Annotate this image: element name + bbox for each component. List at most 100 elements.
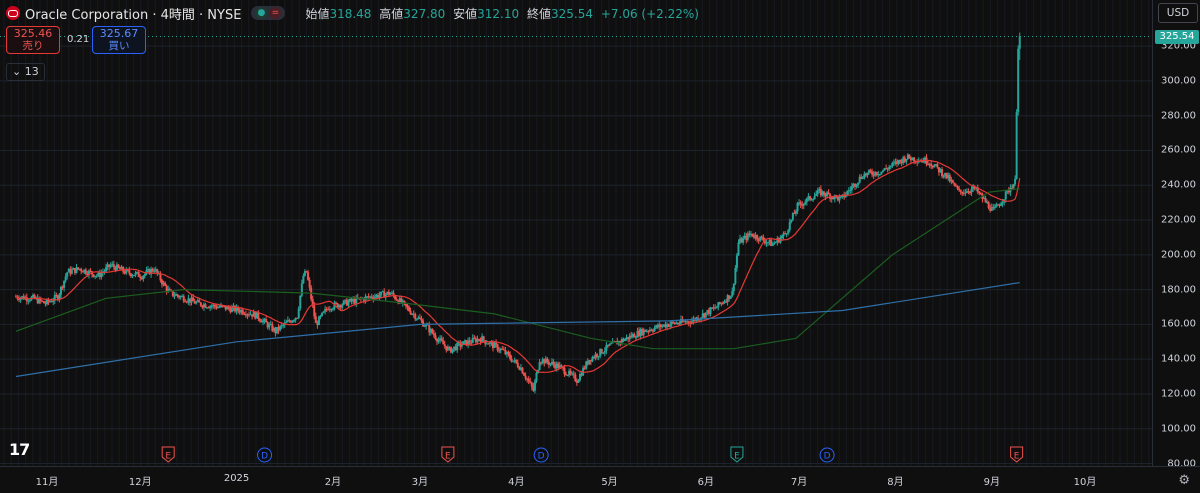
price-tick-label: 280.00 <box>1161 110 1196 122</box>
candle-body <box>572 373 575 375</box>
candle-body <box>732 283 735 292</box>
candle-body <box>521 367 524 374</box>
candle-body <box>279 326 282 331</box>
candle-body <box>861 178 864 180</box>
change-value: +7.06 (+2.22%) <box>600 6 699 21</box>
price-tick-label: 100.00 <box>1161 423 1196 435</box>
candle-body <box>185 301 188 303</box>
event-marker-letter: E <box>1014 452 1020 462</box>
price-tick-label: 140.00 <box>1161 353 1196 365</box>
close-label: 終値 <box>526 6 551 21</box>
candle-body <box>535 372 538 382</box>
candle-body <box>59 286 62 295</box>
buy-button[interactable]: 325.67 買い <box>92 26 146 54</box>
time-tick-label: 12月 <box>128 477 152 488</box>
candle-body <box>52 300 55 302</box>
candle-body <box>574 374 577 382</box>
candle-body <box>415 318 418 320</box>
high-value: 327.80 <box>403 6 446 21</box>
candle-body <box>302 275 305 284</box>
candle-body <box>788 222 791 231</box>
candle-body <box>850 186 853 190</box>
candle-body <box>603 350 606 353</box>
candle-body <box>650 329 653 331</box>
candle-body <box>523 373 526 376</box>
event-marker-letter: D <box>538 452 545 462</box>
ma-fast-line <box>15 159 1021 373</box>
candle-body <box>569 370 572 374</box>
candle-body <box>762 237 765 241</box>
candle-body <box>198 300 201 303</box>
candle-body <box>941 169 944 177</box>
event-marker-letter: E <box>165 452 171 462</box>
tradingview-logo-icon[interactable]: 17 <box>9 440 30 459</box>
price-axis[interactable]: USD 320.00 300.00 280.00 260.00 240.00 220.00… <box>1152 0 1200 469</box>
close-value: 325.54 <box>550 6 593 21</box>
indicators-count: 13 <box>24 65 39 78</box>
currency-selector[interactable]: USD <box>1158 3 1198 23</box>
settings-gear-icon[interactable]: ⚙ <box>1178 473 1190 488</box>
candle-body <box>409 310 412 315</box>
status-pill[interactable]: ● = <box>251 6 286 20</box>
candle-body <box>721 302 724 304</box>
candle-body <box>799 202 802 205</box>
buy-label: 買い <box>108 40 130 52</box>
candle-body <box>432 333 435 336</box>
candle-body <box>342 300 345 305</box>
candle-body <box>293 320 296 322</box>
candle-body <box>199 302 202 306</box>
candle-body <box>117 264 120 268</box>
candle-body <box>297 308 300 318</box>
candle-body <box>218 307 221 309</box>
candle-body <box>729 296 732 299</box>
indicators-toggle[interactable]: ⌄ 13 <box>6 63 45 81</box>
candle-body <box>785 233 788 235</box>
price-tick-label: 200.00 <box>1161 249 1196 261</box>
candle-body <box>933 165 936 168</box>
time-axis[interactable]: 11月 12月 2025 2月 3月 4月 5月 6月 7月 8月 9月 10月 ⚙ <box>0 466 1200 493</box>
candle-body <box>431 329 434 334</box>
candle-body <box>422 320 425 327</box>
candle-body <box>42 301 45 304</box>
candle-body <box>64 276 67 281</box>
candle-body <box>602 352 605 354</box>
candle-body <box>468 340 471 343</box>
candle-body <box>773 243 776 245</box>
candle-body <box>195 301 198 304</box>
candle-body <box>507 351 510 355</box>
candle-body <box>816 190 819 194</box>
chart-plot-area[interactable]: EDEDEDE <box>0 0 1152 466</box>
time-tick-label: 10月 <box>1073 477 1097 488</box>
price-tick-label: 300.00 <box>1161 75 1196 87</box>
price-chart[interactable]: EDEDEDE <box>0 0 1152 466</box>
candle-body <box>857 182 860 185</box>
sell-price: 325.46 <box>13 27 53 40</box>
candle-body <box>984 198 987 203</box>
candle-body <box>442 340 445 345</box>
candle-body <box>565 374 567 376</box>
candle-body <box>715 307 718 309</box>
candle-body <box>314 316 317 323</box>
price-tick-label: 220.00 <box>1161 214 1196 226</box>
symbol-legend: Oracle Corporation · 4時間 · NYSE ● = 始値31… <box>6 4 699 23</box>
candle-body <box>308 279 311 288</box>
event-marker-letter: E <box>445 452 451 462</box>
candle-body <box>282 325 285 327</box>
candle-body <box>669 324 672 327</box>
candle-body <box>1015 112 1018 179</box>
candle-body <box>1014 178 1017 185</box>
candle-body <box>790 219 793 223</box>
sell-button[interactable]: 325.46 売り <box>6 26 60 54</box>
candle-body <box>230 307 233 313</box>
candle-body <box>687 321 690 323</box>
candle-body <box>406 305 409 308</box>
candle-body <box>134 272 137 276</box>
price-tick-label: 160.00 <box>1161 318 1196 330</box>
candle-body <box>815 193 818 197</box>
candle-body <box>577 380 580 383</box>
candle-body <box>80 268 83 272</box>
symbol-title[interactable]: Oracle Corporation · 4時間 · NYSE <box>25 4 241 23</box>
candle-body <box>204 304 207 308</box>
candle-body <box>498 350 501 352</box>
candle-body <box>456 342 459 351</box>
